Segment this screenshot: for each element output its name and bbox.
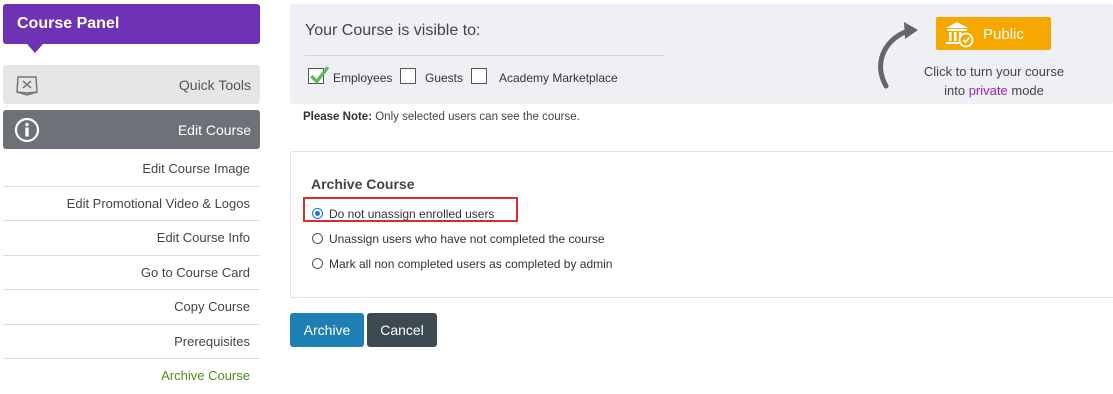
submenu-item-edit-promo-video[interactable]: Edit Promotional Video & Logos: [3, 187, 260, 221]
employees-checkbox[interactable]: [308, 66, 330, 85]
submenu-item-edit-course-image[interactable]: Edit Course Image: [3, 152, 260, 187]
note-text: Only selected users can see the course.: [375, 111, 580, 123]
radio-button[interactable]: [312, 233, 323, 244]
edit-course-submenu: Edit Course Image Edit Promotional Video…: [3, 152, 260, 394]
public-toggle-button[interactable]: Public: [936, 17, 1051, 50]
private-mode-link[interactable]: private: [969, 83, 1008, 98]
turn-private-line-1: Click to turn your course: [923, 64, 1065, 79]
academy-marketplace-label: Academy Marketplace: [499, 71, 618, 85]
radio-do-not-unassign[interactable]: Do not unassign enrolled users: [312, 207, 512, 223]
guests-checkbox-row[interactable]: Guests: [400, 68, 475, 88]
submenu-item-edit-course-info[interactable]: Edit Course Info: [3, 221, 260, 256]
quick-tools-icon: [16, 76, 38, 96]
submenu-item-copy-course[interactable]: Copy Course: [3, 290, 260, 325]
radio-button[interactable]: [312, 258, 323, 269]
radio-label-mark-completed: Mark all non completed users as complete…: [329, 257, 613, 271]
note-label: Please Note:: [303, 111, 373, 123]
radio-mark-completed-by-admin[interactable]: Mark all non completed users as complete…: [312, 257, 642, 273]
submenu-item-archive-course[interactable]: Archive Course: [3, 359, 260, 394]
visibility-panel: Your Course is visible to: Employees Gue…: [290, 4, 1113, 104]
radio-label-do-not-unassign: Do not unassign enrolled users: [329, 207, 495, 221]
checkmark-icon: [310, 66, 330, 85]
submenu-item-go-to-course-card[interactable]: Go to Course Card: [3, 256, 260, 290]
turn-private-into: into: [944, 83, 966, 98]
cancel-button[interactable]: Cancel: [367, 313, 437, 347]
course-panel-title: Course Panel: [17, 15, 120, 32]
turn-private-mode: mode: [1011, 83, 1044, 98]
employees-checkbox-row[interactable]: Employees: [308, 66, 392, 88]
public-label: Public: [983, 26, 1024, 43]
course-panel-header: Course Panel: [3, 4, 260, 53]
archive-button[interactable]: Archive: [290, 313, 364, 347]
guests-checkbox[interactable]: [400, 68, 416, 84]
quick-tools-label: Quick Tools: [178, 77, 251, 93]
divider: [305, 55, 665, 56]
academy-marketplace-checkbox-row[interactable]: Academy Marketplace: [471, 68, 621, 88]
turn-private-line-2: into private mode: [910, 81, 1078, 100]
archive-title: Archive Course: [311, 176, 415, 192]
edit-course-button[interactable]: Edit Course: [3, 110, 260, 149]
archive-options-panel: Archive Course Do not unassign enrolled …: [290, 151, 1113, 298]
radio-button-selected[interactable]: [312, 208, 323, 219]
employees-label: Employees: [333, 71, 393, 85]
submenu-item-prerequisites[interactable]: Prerequisites: [3, 325, 260, 359]
turn-private-hint: Click to turn your course into private m…: [910, 62, 1078, 100]
visibility-note: Please Note: Only selected users can see…: [303, 111, 580, 123]
visibility-title: Your Course is visible to:: [305, 22, 481, 39]
guests-label: Guests: [425, 71, 464, 85]
bank-check-icon: [946, 22, 974, 48]
radio-label-unassign-not-completed: Unassign users who have not completed th…: [329, 232, 605, 246]
info-icon: [14, 117, 40, 143]
quick-tools-button[interactable]: Quick Tools: [3, 65, 260, 104]
academy-marketplace-checkbox[interactable]: [471, 68, 487, 84]
radio-unassign-not-completed[interactable]: Unassign users who have not completed th…: [312, 232, 632, 248]
edit-course-label: Edit Course: [177, 122, 251, 138]
